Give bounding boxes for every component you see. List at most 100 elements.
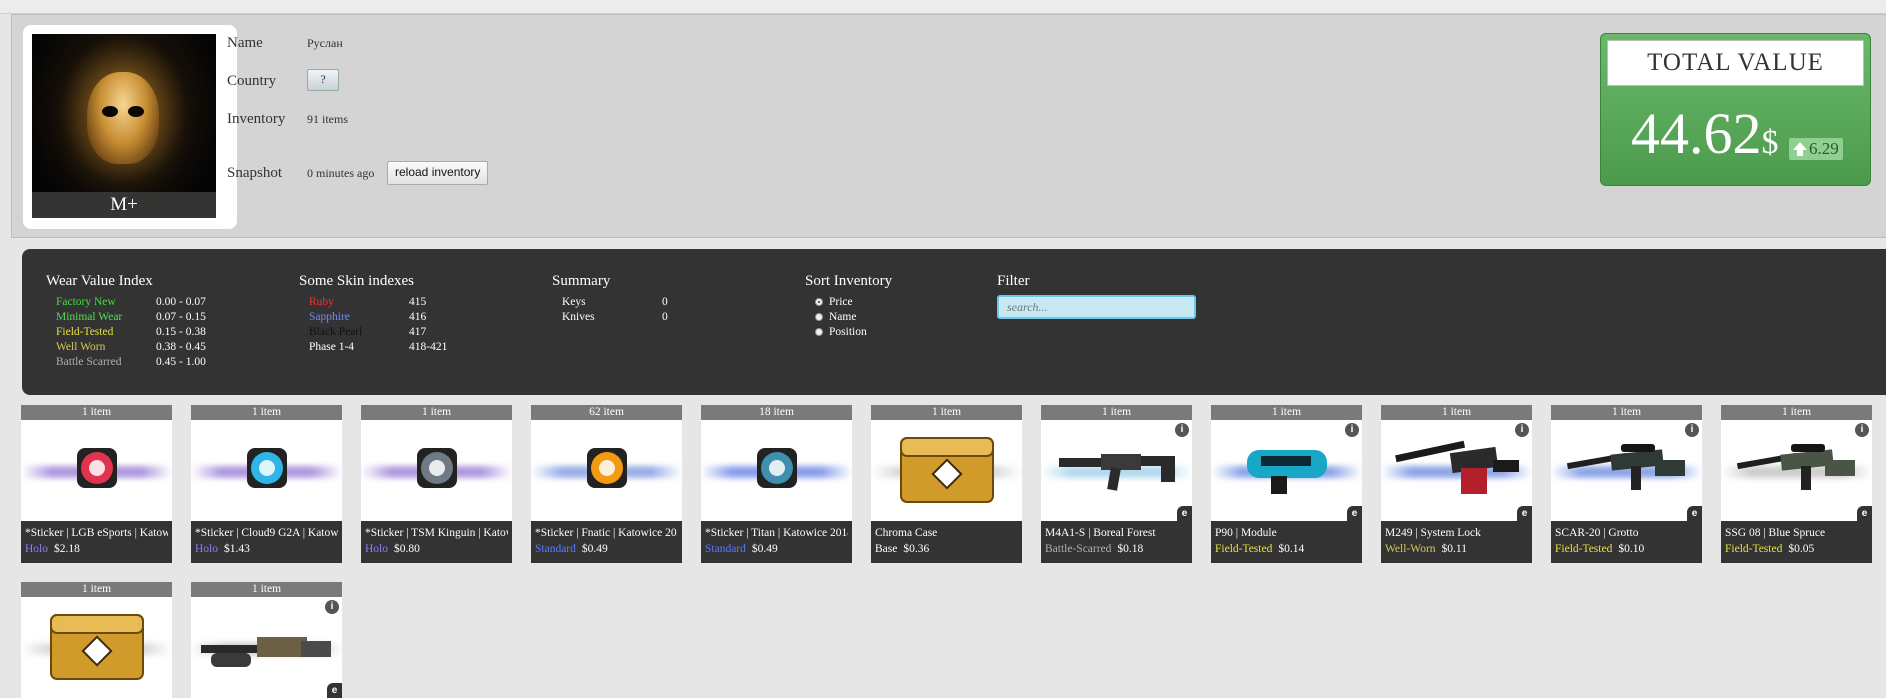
- inspect-icon[interactable]: e: [1177, 506, 1192, 521]
- item-card[interactable]: 1 item *Sticker | LGB eSports | Katowice…: [21, 405, 172, 563]
- item-card[interactable]: 1 item i e SCAR-20 | Grotto Field-Tested $0.…: [1551, 405, 1702, 563]
- item-footer: *Sticker | Cloud9 G2A | Katowice 2014 Hol…: [191, 521, 342, 563]
- info-icon[interactable]: i: [1175, 423, 1189, 437]
- item-card[interactable]: 18 item *Sticker | Titan | Katowice 2014…: [701, 405, 852, 563]
- wear-label: Factory New: [56, 296, 116, 308]
- sort-option-price[interactable]: Price: [815, 296, 853, 308]
- info-icon[interactable]: i: [1515, 423, 1529, 437]
- skin-index-label: Phase 1-4: [309, 341, 355, 353]
- search-input[interactable]: [997, 295, 1196, 319]
- inspect-icon[interactable]: e: [1687, 506, 1702, 521]
- item-price: $0.49: [751, 543, 778, 555]
- item-name: *Sticker | LGB eSports | Katowice 2014: [25, 527, 168, 539]
- item-quality: Base: [875, 543, 898, 555]
- radio-button[interactable]: [815, 328, 823, 336]
- total-amount-number: 44.62: [1631, 101, 1762, 166]
- item-card[interactable]: 1 item i e M249 | System Lock Well-Worn $0.1…: [1381, 405, 1532, 563]
- item-name: *Sticker | Titan | Katowice 2014: [705, 527, 848, 539]
- item-name: P90 | Module: [1215, 527, 1277, 539]
- country-label: Country: [227, 73, 277, 89]
- sort-option-label: Price: [829, 296, 853, 308]
- item-price: $0.11: [1441, 543, 1467, 555]
- item-card[interactable]: 1 item *Sticker | TSM Kinguin | Katowice…: [361, 405, 512, 563]
- item-image[interactable]: [361, 420, 512, 521]
- item-image[interactable]: [701, 420, 852, 521]
- inventory-count: 91 items: [307, 112, 348, 126]
- item-image[interactable]: ie: [1721, 420, 1872, 521]
- item-footer: M4A1-S | Boreal Forest Battle-Scarred $0.1…: [1041, 521, 1192, 563]
- item-image[interactable]: [871, 420, 1022, 521]
- item-image[interactable]: ie: [1041, 420, 1192, 521]
- item-card[interactable]: 62 item *Sticker | Fnatic | Katowice 201…: [531, 405, 682, 563]
- item-meta: Field-Tested $0.14: [1215, 541, 1358, 557]
- item-count: 1 item: [1381, 405, 1532, 420]
- item-price: $0.49: [581, 543, 608, 555]
- currency-symbol: $: [1761, 124, 1779, 161]
- sort-title: Sort Inventory: [805, 273, 893, 289]
- item-card[interactable]: 1 item i e M4A1-S | Boreal Forest Battle-Sc…: [1041, 405, 1192, 563]
- item-quality: Field-Tested: [1725, 543, 1783, 555]
- item-footer: *Sticker | Fnatic | Katowice 2014 Standar…: [531, 521, 682, 563]
- item-count: 18 item: [701, 405, 852, 420]
- item-name: SSG 08 | Blue Spruce: [1725, 527, 1826, 539]
- item-image[interactable]: [21, 420, 172, 521]
- item-card[interactable]: 1 item i e P90 | Module Field-Tested $0.14: [1211, 405, 1362, 563]
- item-card[interactable]: 1 item i e SSG 08 | Blue Spruce Field-Teste…: [1721, 405, 1872, 563]
- snapshot-label: Snapshot: [227, 165, 283, 181]
- wear-label: Minimal Wear: [56, 311, 123, 323]
- reload-inventory-button[interactable]: reload inventory: [387, 161, 489, 185]
- item-count: 1 item: [191, 582, 342, 597]
- item-count: 1 item: [871, 405, 1022, 420]
- radio-button[interactable]: [815, 313, 823, 321]
- item-quality: Holo: [195, 543, 218, 555]
- value-change-badge: 6.29: [1789, 138, 1843, 160]
- inspect-icon[interactable]: e: [1857, 506, 1872, 521]
- top-bar: [0, 0, 1886, 14]
- value-change-amount: 6.29: [1809, 139, 1839, 158]
- item-quality: Battle-Scarred: [1045, 543, 1112, 555]
- item-footer: Chroma Case Base $0.36: [871, 521, 1022, 563]
- item-footer: M249 | System Lock Well-Worn $0.11: [1381, 521, 1532, 563]
- item-card[interactable]: 1 item *Sticker | Cloud9 G2A | Katowice …: [191, 405, 342, 563]
- inspect-icon[interactable]: e: [327, 683, 342, 698]
- item-name: M249 | System Lock: [1385, 527, 1481, 539]
- info-icon[interactable]: i: [1855, 423, 1869, 437]
- inspect-icon[interactable]: e: [1517, 506, 1532, 521]
- inspect-icon[interactable]: e: [1347, 506, 1362, 521]
- wear-range: 0.15 - 0.38: [156, 326, 206, 338]
- skin-index-value: 415: [409, 296, 427, 308]
- item-image[interactable]: [21, 597, 172, 698]
- skin-index-label: Ruby: [309, 296, 334, 308]
- item-quality: Well-Worn: [1385, 543, 1436, 555]
- sort-option-position[interactable]: Position: [815, 326, 867, 338]
- skin-index-label: Black Pearl: [309, 326, 363, 338]
- wear-range: 0.45 - 1.00: [156, 356, 206, 368]
- wear-index-title: Wear Value Index: [46, 273, 153, 289]
- total-value-box: TOTAL VALUE 44.62$ 6.29: [1600, 33, 1871, 186]
- avatar[interactable]: M+: [32, 34, 216, 218]
- item-image[interactable]: ie: [1381, 420, 1532, 521]
- summary-value: 0: [662, 311, 668, 323]
- item-meta: Holo $1.43: [195, 541, 338, 557]
- item-meta: Field-Tested $0.05: [1725, 541, 1868, 557]
- filter-title: Filter: [997, 273, 1030, 289]
- item-image[interactable]: ie: [1211, 420, 1362, 521]
- item-meta: Base $0.36: [875, 541, 1018, 557]
- info-icon[interactable]: i: [325, 600, 339, 614]
- sort-option-name[interactable]: Name: [815, 311, 856, 323]
- item-card[interactable]: 1 item Chroma Case Base $0.36: [871, 405, 1022, 563]
- item-image[interactable]: [191, 420, 342, 521]
- item-image[interactable]: ie: [1551, 420, 1702, 521]
- item-image[interactable]: ie: [191, 597, 342, 698]
- radio-button[interactable]: [815, 298, 823, 306]
- info-icon[interactable]: i: [1345, 423, 1359, 437]
- summary-title: Summary: [552, 273, 611, 289]
- item-price: $0.14: [1278, 543, 1305, 555]
- avatar-label: M+: [32, 192, 216, 218]
- country-button[interactable]: ?: [307, 69, 339, 91]
- item-image[interactable]: [531, 420, 682, 521]
- info-icon[interactable]: i: [1685, 423, 1699, 437]
- item-card[interactable]: 1 item: [21, 582, 172, 698]
- item-meta: Standard $0.49: [535, 541, 678, 557]
- item-card[interactable]: 1 item ie: [191, 582, 342, 698]
